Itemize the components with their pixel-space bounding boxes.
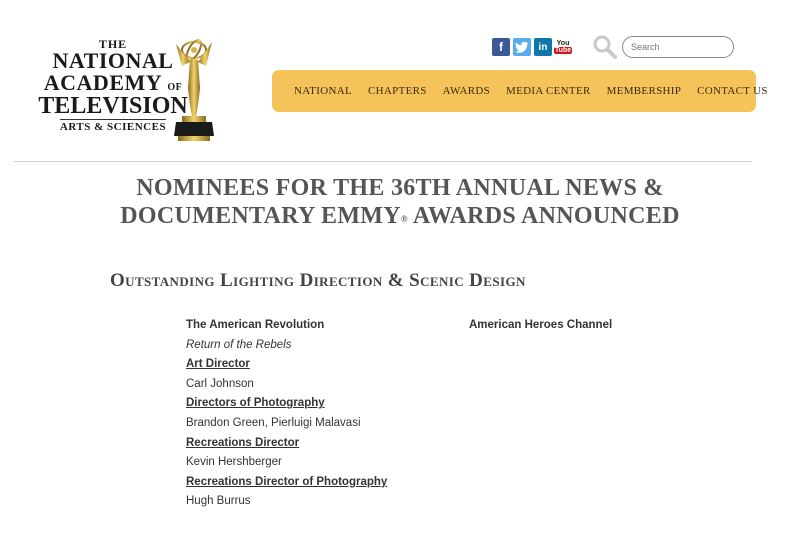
nav-item-membership[interactable]: MEMBERSHIP <box>599 85 690 97</box>
linkedin-icon[interactable]: in <box>534 38 552 56</box>
page-title-line2-part1: DOCUMENTARY EMMY <box>120 203 401 229</box>
page-title-line2: DOCUMENTARY EMMY® AWARDS ANNOUNCED <box>30 202 770 230</box>
credit-role: Directors of Photography <box>186 397 325 410</box>
youtube-icon[interactable]: You Tube <box>553 38 573 56</box>
nav-item-media-center[interactable]: MEDIA CENTER <box>498 85 599 97</box>
page-title-line1: NOMINEES FOR THE 36TH ANNUAL NEWS & <box>136 175 664 201</box>
social-links: f in You Tube <box>492 38 573 56</box>
facebook-icon[interactable]: f <box>492 38 510 56</box>
category-heading: Outstanding Lighting Direction & Scenic … <box>110 270 526 291</box>
main-nav: NATIONAL CHAPTERS AWARDS MEDIA CENTER ME… <box>272 70 768 112</box>
credit-role: Art Director <box>186 358 250 371</box>
page-title-line2-part2: AWARDS ANNOUNCED <box>407 203 680 229</box>
nav-item-contact-us[interactable]: CONTACT US <box>689 85 776 97</box>
linkedin-glyph: in <box>538 41 548 53</box>
logo-arts-sciences: ARTS & SCIENCES <box>59 119 167 133</box>
search-icon[interactable] <box>592 34 618 60</box>
facebook-glyph: f <box>499 40 503 54</box>
nav-item-chapters[interactable]: CHAPTERS <box>360 85 435 97</box>
program-title: The American Revolution <box>186 319 325 331</box>
credit-role: Recreations Director of Photography <box>186 475 388 488</box>
twitter-bird-icon <box>515 41 529 53</box>
header-divider <box>14 161 752 162</box>
credit-names: Hugh Burrus <box>186 495 251 508</box>
youtube-you: You <box>556 40 570 47</box>
logo-academy-word: ACADEMY <box>43 70 162 95</box>
episode-title: Return of the Rebels <box>186 338 292 351</box>
registered-mark: ® <box>400 214 408 224</box>
search-input[interactable] <box>622 36 734 58</box>
nav-item-awards[interactable]: AWARDS <box>435 85 498 97</box>
site-logo[interactable]: THE NATIONAL ACADEMY OF TELEVISION ARTS … <box>28 38 218 144</box>
network-name: American Heroes Channel <box>469 319 613 331</box>
twitter-icon[interactable] <box>513 38 531 56</box>
credit-names: Carl Johnson <box>186 377 254 390</box>
credit-role: Recreations Director <box>186 436 300 449</box>
credit-names: Kevin Hershberger <box>186 456 282 469</box>
credit-names: Brandon Green, Pierluigi Malavasi <box>186 416 361 429</box>
nav-item-national[interactable]: NATIONAL <box>286 85 360 97</box>
nominee-entry: The American Revolution Return of the Re… <box>186 316 446 512</box>
emmy-statuette-icon <box>174 39 214 141</box>
youtube-tube: Tube <box>553 47 573 54</box>
page-title: NOMINEES FOR THE 36TH ANNUAL NEWS & DOCU… <box>30 174 770 230</box>
